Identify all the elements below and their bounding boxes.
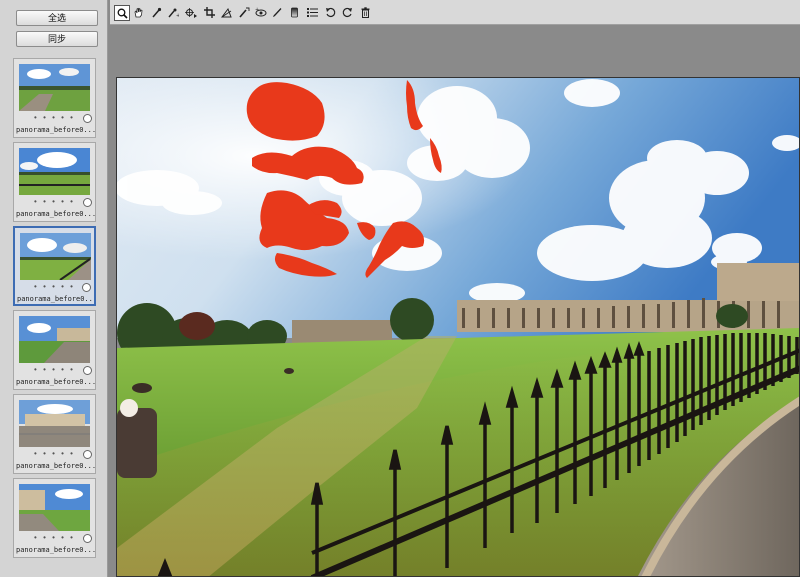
straighten-icon[interactable] [220,6,233,19]
thumbnail-item[interactable]: • • • • • panorama_before0... [13,58,96,138]
thumbnail-image [19,484,90,531]
thumbnail-filename: panorama_before0... [17,295,94,303]
filmstrip-panel: 全选 同步 • • • • • panorama_before0... • • … [0,0,108,577]
rotate-right-icon[interactable] [341,6,354,19]
thumbnail-filename: panorama_before0... [16,378,95,386]
trash-icon[interactable] [359,6,372,19]
thumbnail-image [19,316,90,363]
thumbnail-item[interactable]: • • • • • panorama_before0... [13,394,96,474]
edit-badge-icon [82,283,91,292]
thumbnail-image [19,64,90,111]
edit-badge-icon [83,366,92,375]
thumbnail-image [19,148,90,195]
preferences-icon[interactable] [306,6,319,19]
edit-badge-icon [83,198,92,207]
zoom-icon[interactable] [114,5,130,21]
svg-text:+: + [255,7,259,13]
thumbnail-filename: panorama_before0... [16,126,95,134]
hand-icon[interactable] [132,6,145,19]
thumbnail-item-selected[interactable]: • • • • • panorama_before0... [13,226,96,306]
select-all-button[interactable]: 全选 [16,10,98,26]
thumbnail-item[interactable]: • • • • • panorama_before0... [13,310,96,390]
edit-badge-icon [83,534,92,543]
thumbnail-filename: panorama_before0... [16,546,95,554]
color-sampler-icon[interactable]: + [166,6,179,19]
rotate-left-icon[interactable] [324,6,337,19]
sync-button[interactable]: 同步 [16,31,98,47]
graduated-filter-icon[interactable] [288,6,301,19]
edit-badge-icon [83,114,92,123]
preview-canvas[interactable] [110,25,800,577]
thumbnail-item[interactable]: • • • • • panorama_before0... [13,478,96,558]
spot-removal-icon[interactable] [237,6,250,19]
red-eye-icon[interactable]: + [254,6,267,19]
landscape-photo-graphic [117,78,799,576]
white-balance-icon[interactable] [150,6,163,19]
edit-badge-icon [83,450,92,459]
svg-text:+: + [176,13,179,18]
thumbnail-filename: panorama_before0... [16,210,95,218]
crop-icon[interactable] [203,6,216,19]
thumbnail-image [19,400,90,447]
thumbnail-filename: panorama_before0... [16,462,95,470]
filmstrip: • • • • • panorama_before0... • • • • • … [0,52,108,577]
targeted-adjustment-icon[interactable] [184,6,197,19]
preview-photo[interactable] [116,77,800,577]
thumbnail-image [20,233,91,280]
toolbar: + + [110,0,800,25]
thumbnail-item[interactable]: • • • • • panorama_before0... [13,142,96,222]
adjustment-brush-icon[interactable] [271,6,284,19]
